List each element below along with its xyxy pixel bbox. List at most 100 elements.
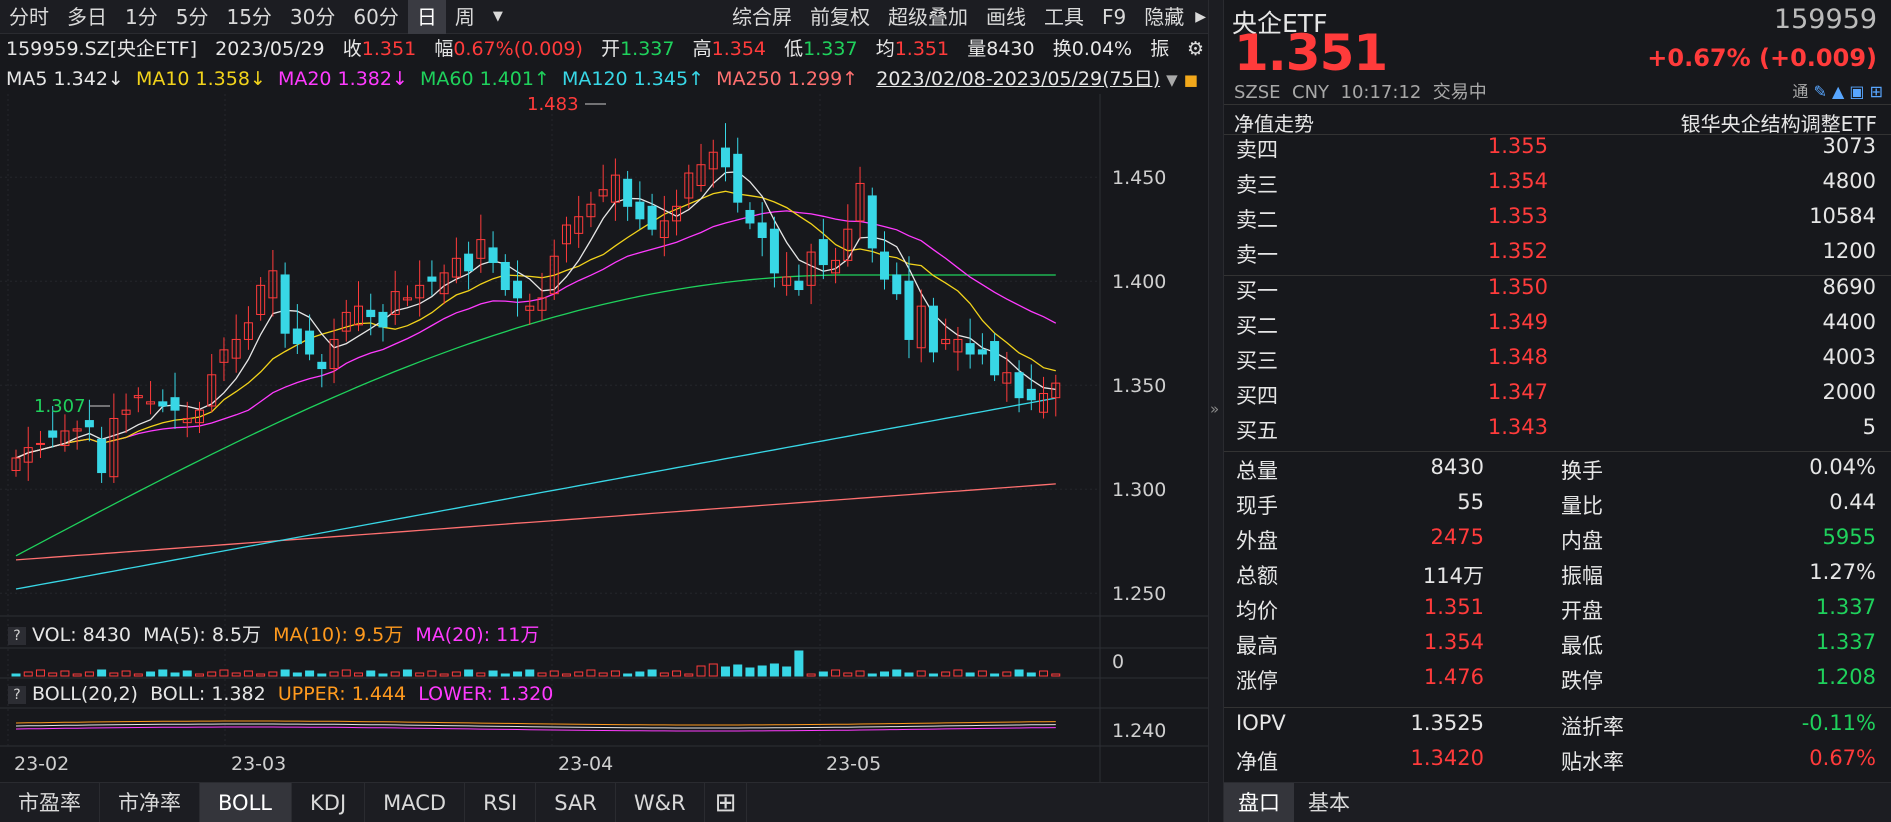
volume-panel-label: ? VOL: 8430 MA(5): 8.5万 MA(10): 9.5万 MA(2… bbox=[8, 620, 539, 647]
period-dropdown-icon[interactable]: ▼ bbox=[484, 0, 512, 34]
chevron-right-icon[interactable]: ▶ bbox=[1193, 0, 1208, 34]
volume-bar bbox=[292, 672, 302, 677]
fund-name: 银华央企结构调整ETF bbox=[1680, 112, 1877, 136]
tab-pankou[interactable]: 盘口 bbox=[1224, 783, 1294, 822]
tab-kdj[interactable]: KDJ bbox=[292, 783, 366, 822]
tab-pb[interactable]: 市净率 bbox=[100, 783, 200, 822]
candle-body bbox=[880, 251, 890, 280]
volume-bar bbox=[354, 672, 364, 677]
tool-tools[interactable]: 工具 bbox=[1035, 0, 1093, 34]
tab-wr[interactable]: W&R bbox=[616, 783, 705, 822]
info-avg: 1.351 bbox=[894, 38, 950, 60]
candle-body bbox=[366, 309, 376, 318]
stat-label: 振幅 bbox=[1561, 564, 1603, 588]
tab-pe[interactable]: 市盈率 bbox=[0, 783, 100, 822]
volume-bar bbox=[11, 673, 21, 677]
tool-fuquan[interactable]: 前复权 bbox=[801, 0, 879, 34]
lock-icon[interactable]: ■ bbox=[1184, 71, 1198, 89]
stat-value: 0.67% bbox=[1809, 746, 1876, 770]
volume-bar bbox=[769, 663, 779, 677]
settings-gear-icon[interactable]: ⚙ bbox=[1187, 34, 1204, 64]
info-vol: 8430 bbox=[986, 38, 1035, 60]
tool-overlay[interactable]: 超级叠加 bbox=[879, 0, 977, 34]
info-turnover: 0.04% bbox=[1071, 38, 1133, 60]
add-icon[interactable]: ⊞ bbox=[1870, 82, 1883, 101]
volume-bar bbox=[121, 670, 131, 677]
link-label[interactable]: 通 bbox=[1792, 82, 1808, 101]
period-tab-multiday[interactable]: 多日 bbox=[58, 0, 116, 34]
bell-icon[interactable]: ▲ bbox=[1832, 82, 1844, 101]
period-tab-day[interactable]: 日 bbox=[407, 0, 446, 34]
tool-f9[interactable]: F9 bbox=[1093, 0, 1135, 34]
ma60-value: MA60 1.401↑ bbox=[419, 68, 550, 90]
stat-value: 1.3525 bbox=[1410, 711, 1484, 735]
expand-icon[interactable]: » bbox=[1210, 400, 1219, 418]
volume-bar bbox=[794, 650, 804, 677]
volume-bar bbox=[696, 665, 706, 677]
period-tab-1m[interactable]: 1分 bbox=[116, 0, 167, 34]
period-tab-60m[interactable]: 60分 bbox=[344, 0, 407, 34]
period-tab-week[interactable]: 周 bbox=[446, 0, 484, 34]
volume-bar bbox=[1014, 669, 1024, 677]
ask-label: 卖四 bbox=[1236, 138, 1278, 162]
help-icon[interactable]: ? bbox=[8, 685, 26, 704]
volume-bar bbox=[439, 673, 449, 677]
period-tab-5m[interactable]: 5分 bbox=[167, 0, 218, 34]
volume-bar bbox=[892, 669, 902, 677]
tab-boll[interactable]: BOLL bbox=[200, 783, 292, 822]
stat-row: 总量 8430 换手 0.04% bbox=[1236, 455, 1876, 490]
window-icon[interactable]: ▣ bbox=[1849, 82, 1864, 101]
date-range-link[interactable]: 2023/02/08-2023/05/29(75日) bbox=[876, 68, 1160, 90]
stat-value: 1.27% bbox=[1809, 560, 1876, 584]
exchange: SZSE bbox=[1234, 82, 1281, 103]
volume-bar bbox=[109, 672, 119, 677]
range-dropdown-icon[interactable]: ▼ bbox=[1166, 71, 1178, 89]
y-tick-label: 1.400 bbox=[1112, 271, 1166, 293]
candle-body bbox=[904, 280, 914, 340]
tool-zonghe[interactable]: 综合屏 bbox=[723, 0, 801, 34]
boll-panel-label: ? BOLL(20,2) BOLL: 1.382 UPPER: 1.444 LOW… bbox=[8, 683, 553, 705]
tool-draw[interactable]: 画线 bbox=[977, 0, 1035, 34]
indicator-tabs: 市盈率 市净率 BOLL KDJ MACD RSI SAR W&R ⊞ bbox=[0, 782, 1208, 822]
info-low-label: 低 bbox=[784, 38, 804, 60]
candle-body bbox=[965, 343, 975, 355]
help-icon[interactable]: ? bbox=[8, 626, 26, 645]
period-tab-30m[interactable]: 30分 bbox=[281, 0, 344, 34]
volume-bar bbox=[513, 671, 523, 677]
tab-basic[interactable]: 基本 bbox=[1294, 783, 1364, 822]
candle-body bbox=[97, 438, 107, 474]
ma120-value: MA120 1.345↑ bbox=[561, 68, 704, 90]
ma250-value: MA250 1.299↑ bbox=[716, 68, 859, 90]
volume-bar bbox=[329, 671, 339, 677]
candle-body bbox=[35, 442, 45, 445]
volume-bar bbox=[965, 672, 975, 677]
stat-value: 5955 bbox=[1822, 525, 1876, 549]
volume-bar bbox=[464, 669, 474, 677]
volume-bar bbox=[84, 671, 94, 677]
bid-volume: 2000 bbox=[1822, 380, 1876, 404]
edit-icon[interactable]: ✎ bbox=[1813, 82, 1826, 101]
volume-bar bbox=[672, 670, 682, 677]
add-tab-icon[interactable]: ⊞ bbox=[705, 783, 748, 822]
tool-hide[interactable]: 隐藏 bbox=[1135, 0, 1193, 34]
tab-rsi[interactable]: RSI bbox=[465, 783, 537, 822]
volume-bar bbox=[133, 673, 143, 677]
tab-sar[interactable]: SAR bbox=[536, 783, 616, 822]
stat-value: 55 bbox=[1457, 490, 1484, 514]
nav-trend-label[interactable]: 净值走势 bbox=[1234, 108, 1314, 137]
period-tab-15m[interactable]: 15分 bbox=[217, 0, 280, 34]
tab-macd[interactable]: MACD bbox=[365, 783, 466, 822]
ask-row: 卖三 1.354 4800 bbox=[1236, 169, 1876, 204]
panel-splitter[interactable]: » bbox=[1208, 0, 1224, 822]
stat-row: 最高 1.354 最低 1.337 bbox=[1236, 630, 1876, 665]
candle-body bbox=[84, 420, 94, 428]
bid-price: 1.350 bbox=[1487, 275, 1548, 299]
volume-bar bbox=[280, 669, 290, 677]
candle-body bbox=[818, 239, 828, 266]
candlestick-chart[interactable]: 1.450 1.400 1.350 1.300 1.250 23-02 23-03 23-04… bbox=[0, 94, 1208, 782]
stat-label: 总额 bbox=[1236, 564, 1278, 588]
stat-label: 最高 bbox=[1236, 634, 1278, 658]
boll-upper: UPPER: 1.444 bbox=[277, 683, 407, 705]
period-tab-fenshi[interactable]: 分时 bbox=[0, 0, 58, 34]
candle-body bbox=[990, 341, 1000, 376]
